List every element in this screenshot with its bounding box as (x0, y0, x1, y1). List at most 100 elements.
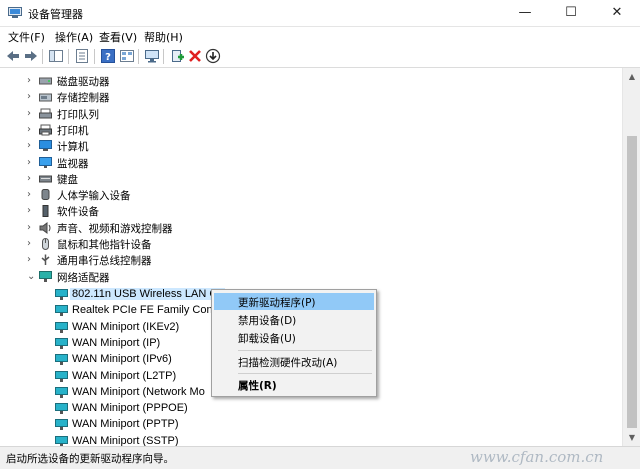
back-arrow-icon[interactable] (5, 48, 21, 64)
network-adapter-icon (39, 270, 52, 282)
network-adapter-icon (55, 403, 68, 415)
network-adapter-icon (55, 370, 68, 382)
menu-update-driver[interactable]: 更新驱动程序(P) (214, 293, 374, 310)
help-icon[interactable]: ? (100, 48, 116, 64)
menu-separator (238, 350, 372, 351)
chevron-right-icon[interactable]: › (27, 138, 37, 154)
chevron-right-icon[interactable]: › (27, 106, 37, 122)
vertical-scrollbar[interactable]: ▲ ▼ (622, 68, 640, 446)
watermark: www.cfan.com.cn (470, 448, 604, 466)
properties-icon[interactable] (74, 48, 90, 64)
status-text: 启动所选设备的更新驱动程序向导。 (6, 453, 174, 465)
scroll-up-icon[interactable]: ▲ (623, 68, 640, 85)
svg-text:?: ? (105, 52, 111, 63)
uninstall-icon[interactable] (187, 48, 203, 64)
tree-item-label: 网络适配器 (57, 271, 110, 284)
tree-item-label: 通用串行总线控制器 (57, 255, 152, 268)
toolbar-separator (138, 49, 139, 64)
scroll-down-icon[interactable]: ▼ (623, 429, 640, 446)
chevron-right-icon[interactable]: › (27, 220, 37, 236)
software-device-icon (42, 205, 49, 218)
tree-item-label: 打印队列 (57, 108, 99, 121)
tree-item-label: 802.11n USB Wireless LAN Ca (70, 288, 226, 300)
menu-uninstall-device[interactable]: 卸载设备(U) (214, 329, 374, 346)
tree-item-label: 人体学输入设备 (57, 190, 131, 203)
usb-icon (41, 254, 50, 266)
menu-scan-hardware-label: 扫描检测硬件改动(A) (238, 357, 338, 369)
storage-controller-icon (39, 93, 52, 102)
menu-properties[interactable]: 属性(R) (214, 376, 374, 393)
title-bar: 设备管理器 — ☐ ✕ (0, 0, 640, 27)
disk-drive-icon (39, 77, 52, 85)
context-menu: 更新驱动程序(P) 禁用设备(D) 卸载设备(U) 扫描检测硬件改动(A) 属性… (211, 289, 377, 397)
menu-disable-device-label: 禁用设备(D) (238, 315, 297, 327)
tree-item-label: 磁盘驱动器 (57, 76, 110, 88)
computer-icon (39, 140, 52, 152)
view-list-icon[interactable] (119, 48, 135, 64)
menu-uninstall-device-label: 卸载设备(U) (238, 333, 296, 345)
network-adapter-icon (55, 305, 68, 317)
network-adapter-icon (55, 419, 68, 431)
toolbar-separator (68, 49, 69, 64)
menu-view[interactable]: 查看(V) (99, 29, 137, 45)
menu-bar: 文件(F) 操作(A) 查看(V) 帮助(H) (0, 27, 640, 46)
toolbar-separator (94, 49, 95, 64)
chevron-right-icon[interactable]: › (27, 122, 37, 138)
chevron-right-icon[interactable]: › (27, 73, 37, 89)
update-driver-icon[interactable] (205, 48, 221, 64)
chevron-down-icon[interactable]: ⌄ (27, 269, 37, 285)
network-adapter-icon (55, 435, 68, 446)
menu-disable-device[interactable]: 禁用设备(D) (214, 311, 374, 328)
chevron-right-icon[interactable]: › (27, 155, 37, 171)
mouse-icon (42, 238, 49, 250)
menu-action[interactable]: 操作(A) (55, 29, 93, 45)
tree-item-label: 鼠标和其他指针设备 (57, 239, 152, 251)
chevron-right-icon[interactable]: › (27, 252, 37, 268)
chevron-right-icon[interactable]: › (27, 187, 37, 203)
tree-item-label: 存储控制器 (57, 92, 110, 105)
tree-item-label: 计算机 (57, 141, 89, 154)
window-title: 设备管理器 (28, 8, 83, 21)
tree-item-label: WAN Miniport (Network Mo (72, 385, 205, 398)
menu-properties-label: 属性(R) (238, 380, 277, 392)
chevron-right-icon[interactable]: › (27, 89, 37, 105)
menu-update-driver-label: 更新驱动程序(P) (238, 297, 316, 309)
toolbar-separator (42, 49, 43, 64)
chevron-right-icon[interactable]: › (27, 203, 37, 219)
tree-item-label: Realtek PCIe FE Family Contro (72, 304, 226, 317)
tree-item-label: 键盘 (57, 173, 78, 186)
printer-icon (39, 124, 52, 136)
tree-item-label: WAN Miniport (IKEv2) (72, 320, 180, 333)
tree-item-label: 软件设备 (57, 206, 99, 219)
add-driver-icon[interactable] (169, 48, 185, 64)
close-button[interactable]: ✕ (594, 0, 640, 26)
show-hide-tree-icon[interactable] (48, 48, 64, 64)
menu-help[interactable]: 帮助(H) (144, 29, 183, 45)
forward-arrow-icon[interactable] (23, 48, 39, 64)
network-adapter-icon (55, 321, 68, 333)
menu-scan-hardware[interactable]: 扫描检测硬件改动(A) (214, 353, 374, 370)
tree-item-label: WAN Miniport (IP) (72, 336, 161, 349)
tree-item-label: WAN Miniport (IPv6) (72, 353, 172, 366)
tree-item-label: 打印机 (57, 124, 89, 137)
network-adapter-icon (55, 289, 68, 300)
keyboard-icon (39, 175, 52, 183)
network-adapter-icon (55, 337, 68, 349)
tree-item-label: 声音、视频和游戏控制器 (57, 222, 173, 235)
menu-separator (238, 373, 372, 374)
maximize-button[interactable]: ☐ (548, 0, 594, 26)
monitor-icon (39, 156, 52, 168)
chevron-right-icon[interactable]: › (27, 236, 37, 252)
tree-item-label: WAN Miniport (PPPOE) (72, 402, 188, 415)
menu-file[interactable]: 文件(F) (8, 29, 45, 45)
toolbar-separator (163, 49, 164, 64)
tree-item-label: WAN Miniport (PPTP) (72, 418, 179, 431)
hid-icon (41, 189, 50, 201)
scan-hardware-icon[interactable] (144, 48, 160, 64)
scroll-thumb[interactable] (627, 136, 637, 428)
chevron-right-icon[interactable]: › (27, 171, 37, 187)
sound-icon (39, 221, 51, 234)
tree-item-label: WAN Miniport (L2TP) (72, 369, 177, 382)
minimize-button[interactable]: — (502, 0, 548, 26)
network-adapter-icon (55, 386, 68, 398)
